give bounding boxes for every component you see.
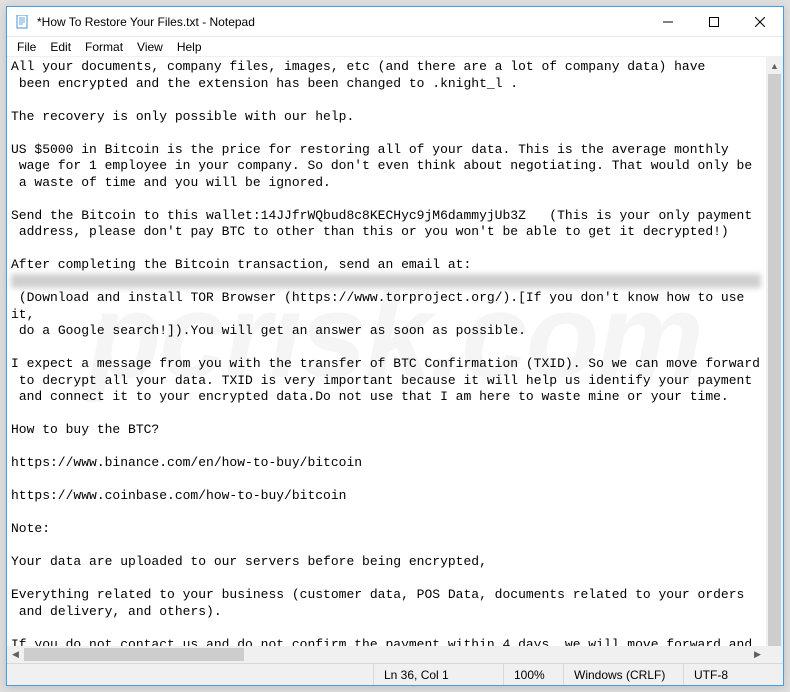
menu-help[interactable]: Help	[171, 38, 208, 56]
status-position: Ln 36, Col 1	[373, 664, 503, 685]
app-icon	[15, 14, 31, 30]
menu-format[interactable]: Format	[79, 38, 129, 56]
scroll-left-icon[interactable]: ◀	[7, 646, 24, 663]
scroll-h-track[interactable]	[24, 646, 749, 663]
text-part2: (Download and install TOR Browser (https…	[11, 290, 760, 646]
menu-view[interactable]: View	[131, 38, 169, 56]
close-button[interactable]	[737, 7, 783, 36]
notepad-window: *How To Restore Your Files.txt - Notepad…	[6, 6, 784, 686]
titlebar: *How To Restore Your Files.txt - Notepad	[7, 7, 783, 37]
menu-edit[interactable]: Edit	[44, 38, 77, 56]
scroll-right-icon[interactable]: ▶	[749, 646, 766, 663]
scroll-h-thumb[interactable]	[24, 648, 244, 661]
horizontal-scrollbar[interactable]: ◀ ▶	[7, 646, 766, 663]
menubar: File Edit Format View Help	[7, 37, 783, 57]
scroll-v-thumb[interactable]	[768, 74, 781, 654]
vertical-scrollbar[interactable]: ▲ ▼	[766, 57, 783, 646]
window-controls	[645, 7, 783, 36]
window-title: *How To Restore Your Files.txt - Notepad	[37, 15, 645, 29]
minimize-button[interactable]	[645, 7, 691, 36]
scroll-up-icon[interactable]: ▲	[766, 57, 783, 74]
status-encoding: UTF-8	[683, 664, 783, 685]
menu-file[interactable]: File	[11, 38, 42, 56]
status-zoom: 100%	[503, 664, 563, 685]
maximize-button[interactable]	[691, 7, 737, 36]
scrollbar-corner	[766, 646, 783, 663]
scroll-v-track[interactable]	[766, 74, 783, 629]
editor-area: pcrisk.com All your documents, company f…	[7, 57, 783, 663]
redacted-line	[11, 274, 761, 288]
status-line-ending: Windows (CRLF)	[563, 664, 683, 685]
text-content[interactable]: All your documents, company files, image…	[7, 57, 766, 646]
text-part1: All your documents, company files, image…	[11, 59, 752, 272]
statusbar: Ln 36, Col 1 100% Windows (CRLF) UTF-8	[7, 663, 783, 685]
